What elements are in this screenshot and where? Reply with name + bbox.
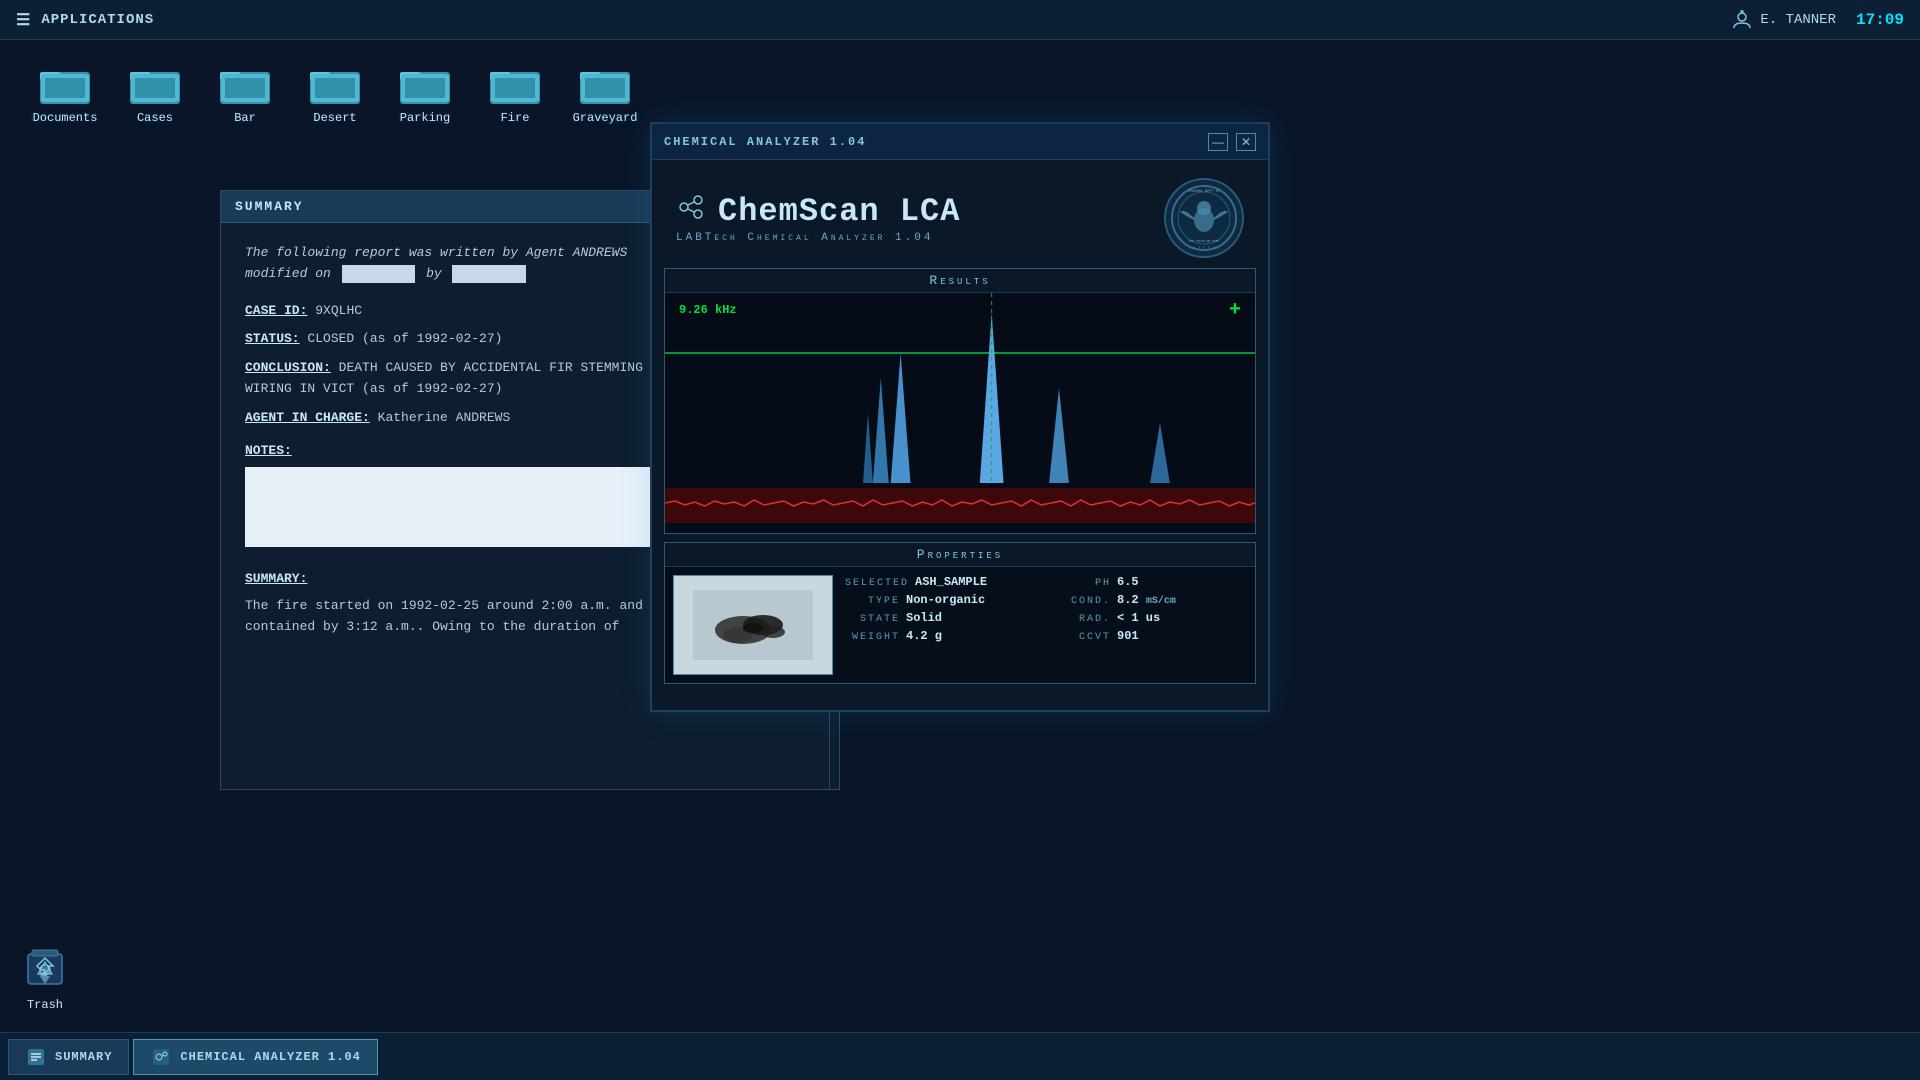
summary-title: SUMMARY: [235, 199, 304, 214]
weight-key: WEIGHT: [845, 632, 900, 643]
chart-zoom-plus[interactable]: +: [1229, 299, 1241, 322]
sample-image: [673, 575, 833, 675]
type-value: Non-organic: [906, 593, 985, 607]
icon-label-bar: Bar: [234, 111, 256, 125]
molecule-icon: [676, 192, 706, 230]
desktop: Documents Cases: [0, 40, 1920, 1032]
prop-col-left: SELECTED ASH_SAMPLE TYPE Non-organic STA…: [845, 575, 1036, 643]
case-id-value: 9XQLHC: [315, 303, 362, 318]
redacted-date: [342, 265, 416, 283]
prop-cond: COND. 8.2 mS/cm: [1056, 593, 1247, 607]
trash-svg: [20, 944, 70, 994]
spectrum-chart: [665, 293, 1255, 533]
icon-label-fire: Fire: [501, 111, 530, 125]
apps-menu[interactable]: ☰ APPLICATIONS: [16, 10, 154, 30]
prop-weight: WEIGHT 4.2 g: [845, 629, 1036, 643]
properties-body: SELECTED ASH_SAMPLE TYPE Non-organic STA…: [665, 567, 1255, 683]
icon-label-desert: Desert: [313, 111, 356, 125]
prop-rad: RAD. < 1 us: [1056, 611, 1247, 625]
prop-ccvt: CCVT 901: [1056, 629, 1247, 643]
redacted-name: [452, 265, 526, 283]
trash-icon[interactable]: Trash: [20, 944, 70, 1012]
ccvt-key: CCVT: [1056, 632, 1111, 643]
rad-value: < 1 us: [1117, 611, 1160, 625]
desktop-icon-documents[interactable]: Documents: [30, 60, 100, 125]
icon-label-documents: Documents: [33, 111, 98, 125]
top-bar-right: E. TANNER 17:09: [1732, 10, 1904, 30]
close-button[interactable]: ✕: [1236, 133, 1256, 151]
desktop-icon-desert[interactable]: Desert: [300, 60, 370, 125]
summary-btn-icon: [25, 1046, 47, 1068]
ccvt-value: 901: [1117, 629, 1139, 643]
chart-frequency-label: 9.26 kHz: [679, 303, 737, 317]
svg-text:★ ★ ★ ★ ★: ★ ★ ★ ★ ★: [1193, 244, 1215, 249]
user-icon: [1732, 10, 1752, 30]
cond-key: COND.: [1056, 596, 1111, 607]
ash-sample-svg: [693, 590, 813, 660]
chem-btn-icon: [150, 1046, 172, 1068]
selected-key: SELECTED: [845, 578, 909, 589]
desktop-icon-parking[interactable]: Parking: [390, 60, 460, 125]
clock: 17:09: [1856, 11, 1904, 29]
apps-label: APPLICATIONS: [41, 12, 154, 28]
chemical-analyzer-window: CHEMICAL ANALYZER 1.04 — ✕: [650, 122, 1270, 712]
agent-value: Katherine ANDREWS: [378, 410, 511, 425]
taskbar: SUMMARY CHEMICAL ANALYZER 1.04: [0, 1032, 1920, 1080]
results-section: Results 9.26 kHz +: [664, 268, 1256, 534]
cond-unit: mS/cm: [1146, 596, 1176, 607]
selected-value: ASH_SAMPLE: [915, 575, 987, 589]
desktop-icon-bar[interactable]: Bar: [210, 60, 280, 125]
desktop-icon-graveyard[interactable]: Graveyard: [570, 60, 640, 125]
weight-value: 4.2 g: [906, 629, 942, 643]
user-info: E. TANNER: [1732, 10, 1836, 30]
taskbar-chem-label: CHEMICAL ANALYZER 1.04: [180, 1050, 360, 1064]
prop-ph: PH 6.5: [1056, 575, 1247, 589]
state-value: Solid: [906, 611, 942, 625]
username: E. TANNER: [1760, 12, 1836, 28]
state-key: STATE: [845, 614, 900, 625]
rad-key: RAD.: [1056, 614, 1111, 625]
svg-text:FEDERAL DEPT OF: FEDERAL DEPT OF: [1188, 189, 1220, 193]
ph-key: PH: [1056, 578, 1111, 589]
results-header: Results: [665, 269, 1255, 293]
icon-label-cases: Cases: [137, 111, 173, 125]
top-bar: ☰ APPLICATIONS E. TANNER 17:09: [0, 0, 1920, 40]
properties-section: Properties: [664, 542, 1256, 684]
taskbar-chem-btn[interactable]: CHEMICAL ANALYZER 1.04: [133, 1039, 377, 1075]
svg-text:THE TRUTH WE SEEK: THE TRUTH WE SEEK: [1189, 239, 1220, 243]
prop-selected: SELECTED ASH_SAMPLE: [845, 575, 1036, 589]
icon-label-parking: Parking: [400, 111, 450, 125]
chemscan-logo: ChemScan LCA LABTech Chemical Analyzer 1…: [676, 192, 960, 244]
chemscan-header: ChemScan LCA LABTech Chemical Analyzer 1…: [652, 160, 1268, 268]
prop-type: TYPE Non-organic: [845, 593, 1036, 607]
chem-window-title: CHEMICAL ANALYZER 1.04: [664, 135, 866, 149]
prop-col-right: PH 6.5 COND. 8.2 mS/cm RAD. <: [1056, 575, 1247, 643]
desktop-icon-fire[interactable]: Fire: [480, 60, 550, 125]
prop-state: STATE Solid: [845, 611, 1036, 625]
properties-header: Properties: [665, 543, 1255, 567]
desktop-icon-cases[interactable]: Cases: [120, 60, 190, 125]
agency-seal: ★ ★ ★ ★ ★ FEDERAL DEPT OF THE TRUTH WE S…: [1164, 178, 1244, 258]
taskbar-summary-label: SUMMARY: [55, 1050, 112, 1064]
properties-grid: SELECTED ASH_SAMPLE TYPE Non-organic STA…: [845, 575, 1247, 643]
status-value: CLOSED (as of 1992-02-27): [307, 331, 502, 346]
chemscan-title: ChemScan LCA: [676, 192, 960, 230]
chart-area: 9.26 kHz +: [665, 293, 1255, 533]
cond-value: 8.2 mS/cm: [1117, 593, 1176, 607]
minimize-button[interactable]: —: [1208, 133, 1228, 151]
hamburger-icon: ☰: [16, 10, 31, 30]
trash-label: Trash: [27, 998, 63, 1012]
ph-value: 6.5: [1117, 575, 1139, 589]
chem-titlebar: CHEMICAL ANALYZER 1.04 — ✕: [652, 124, 1268, 160]
icon-label-graveyard: Graveyard: [573, 111, 638, 125]
window-controls: — ✕: [1208, 133, 1256, 151]
chemscan-subtitle: LABTech Chemical Analyzer 1.04: [676, 232, 960, 244]
taskbar-summary-btn[interactable]: SUMMARY: [8, 1039, 129, 1075]
type-key: TYPE: [845, 596, 900, 607]
